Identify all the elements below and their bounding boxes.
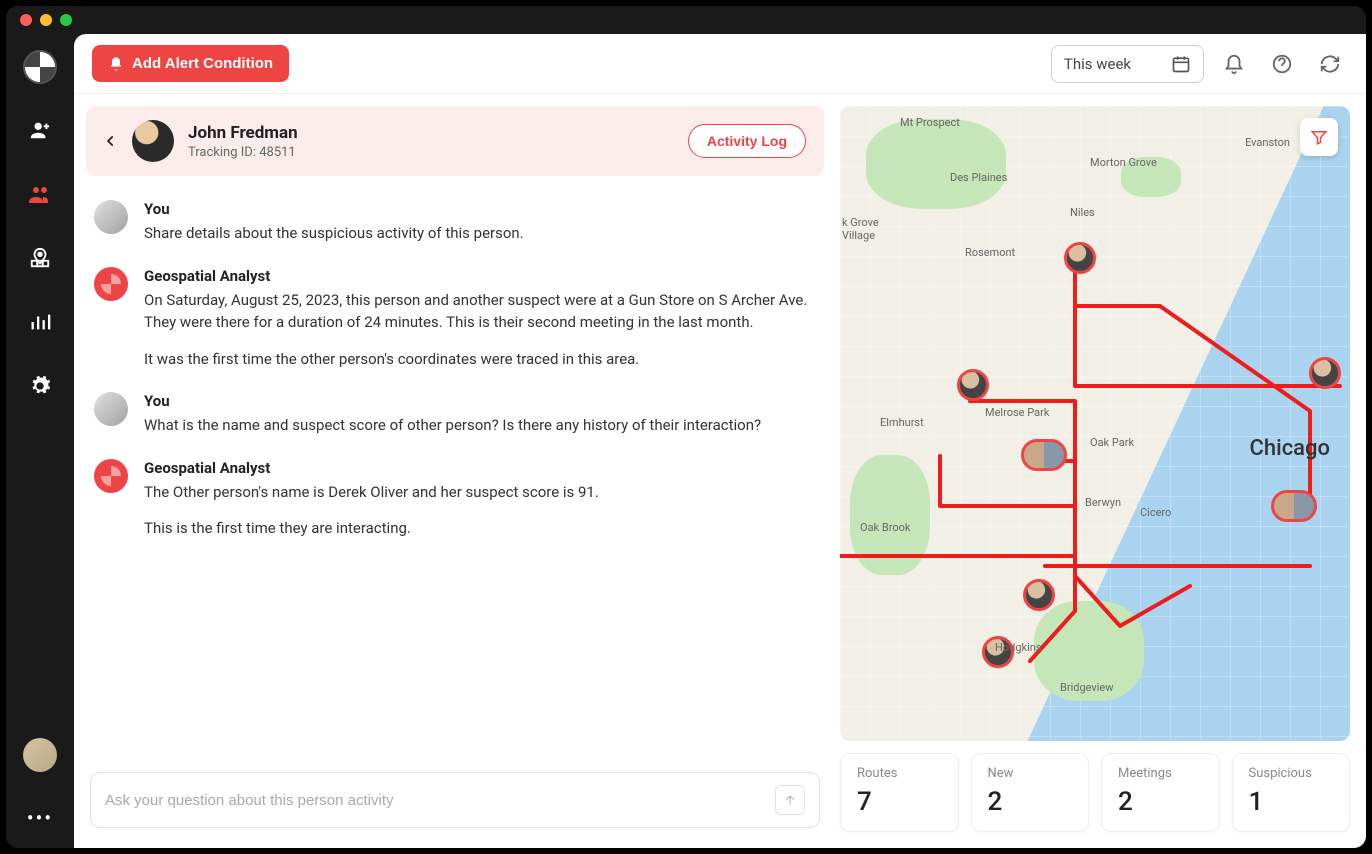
person-avatar [132, 120, 174, 162]
stat-routes: Routes 7 [840, 753, 959, 832]
sidebar-more[interactable]: ••• [27, 806, 53, 848]
map-label: Berwyn [1085, 496, 1121, 509]
map-label: Bridgeview [1060, 681, 1114, 694]
notifications-button[interactable] [1216, 46, 1252, 82]
msg-text: It was the first time the other person's… [144, 348, 812, 371]
add-alert-label: Add Alert Condition [132, 55, 273, 72]
sidebar-analytics[interactable] [22, 304, 58, 340]
map-pin-dual[interactable] [1021, 439, 1067, 471]
chevron-left-icon [104, 134, 118, 148]
sidebar-add-person[interactable] [22, 112, 58, 148]
stat-value: 2 [1118, 787, 1203, 817]
person-name: John Fredman [188, 123, 298, 143]
user-avatar-icon [94, 200, 128, 234]
stat-new: New 2 [971, 753, 1090, 832]
map-pin[interactable] [957, 369, 989, 401]
map-label: k Grove Village [842, 216, 879, 242]
send-button[interactable] [775, 785, 805, 815]
activity-log-button[interactable]: Activity Log [688, 124, 806, 158]
close-window-dot[interactable] [20, 14, 32, 26]
map-label: Elmhurst [880, 416, 924, 429]
maximize-window-dot[interactable] [60, 14, 72, 26]
analyst-avatar-icon [94, 459, 128, 493]
map-label: Rosemont [965, 246, 1015, 259]
chat-input[interactable] [105, 792, 775, 809]
analyst-avatar-icon [94, 267, 128, 301]
stats-row: Routes 7 New 2 Meetings 2 Suspicious [840, 753, 1350, 832]
stat-value: 2 [988, 787, 1073, 817]
bell-plus-icon [108, 56, 124, 72]
chat-message: Geospatial Analyst On Saturday, August 2… [94, 267, 812, 371]
chat-message: You Share details about the suspicious a… [94, 200, 812, 245]
minimize-window-dot[interactable] [40, 14, 52, 26]
map-label: Hodgkins [995, 641, 1042, 654]
chat-message: Geospatial Analyst The Other person's na… [94, 459, 812, 540]
map-view[interactable]: Chicago Mt Prospect Des Plaines Evanston… [840, 106, 1350, 741]
msg-text: What is the name and suspect score of ot… [144, 414, 812, 437]
map-filter-button[interactable] [1300, 118, 1338, 156]
back-button[interactable] [104, 134, 118, 148]
msg-author: Geospatial Analyst [144, 267, 812, 285]
refresh-button[interactable] [1312, 46, 1348, 82]
map-label: Oak Brook [860, 521, 910, 534]
msg-text: Share details about the suspicious activ… [144, 222, 812, 245]
stat-value: 1 [1249, 787, 1334, 817]
arrow-up-icon [783, 793, 797, 807]
stat-label: Routes [857, 766, 942, 781]
msg-text: The Other person's name is Derek Oliver … [144, 481, 812, 504]
calendar-icon [1171, 54, 1191, 74]
person-tracking-id: Tracking ID: 48511 [188, 145, 298, 160]
stat-suspicious: Suspicious 1 [1232, 753, 1351, 832]
sidebar-settings[interactable] [22, 368, 58, 404]
filter-icon [1310, 128, 1328, 146]
logo-icon[interactable] [23, 50, 57, 84]
bell-icon [1223, 53, 1245, 75]
stat-value: 7 [857, 787, 942, 817]
add-alert-button[interactable]: Add Alert Condition [92, 45, 289, 82]
sidebar-map[interactable] [22, 240, 58, 276]
chat-message: You What is the name and suspect score o… [94, 392, 812, 437]
msg-author: You [144, 392, 812, 410]
msg-author: Geospatial Analyst [144, 459, 812, 477]
msg-text: This is the first time they are interact… [144, 517, 812, 540]
map-pin-dual[interactable] [1271, 490, 1317, 522]
help-icon [1271, 53, 1293, 75]
map-label: Melrose Park [985, 406, 1049, 419]
sidebar-profile-avatar[interactable] [23, 738, 57, 772]
titlebar [6, 6, 1366, 34]
date-range-label: This week [1064, 55, 1131, 73]
map-label: Evanston [1245, 136, 1290, 149]
map-pin[interactable] [1064, 242, 1096, 274]
date-range-picker[interactable]: This week [1051, 45, 1204, 83]
map-label: Morton Grove [1090, 156, 1157, 169]
stat-label: New [988, 766, 1073, 781]
chat-thread: You Share details about the suspicious a… [86, 176, 824, 764]
refresh-icon [1319, 53, 1341, 75]
map-label: Cicero [1140, 506, 1171, 519]
topbar: Add Alert Condition This week [74, 34, 1366, 94]
map-label: Mt Prospect [900, 116, 960, 129]
map-label: Niles [1070, 206, 1095, 219]
sidebar: ••• [6, 34, 74, 848]
person-header: John Fredman Tracking ID: 48511 Activity… [86, 106, 824, 176]
map-label: Oak Park [1090, 436, 1134, 449]
stat-label: Meetings [1118, 766, 1203, 781]
help-button[interactable] [1264, 46, 1300, 82]
user-avatar-icon [94, 392, 128, 426]
msg-author: You [144, 200, 812, 218]
stat-label: Suspicious [1249, 766, 1334, 781]
map-pin[interactable] [1023, 579, 1055, 611]
map-label: Des Plaines [950, 171, 1007, 184]
chat-input-row [90, 772, 820, 828]
stat-meetings: Meetings 2 [1101, 753, 1220, 832]
map-pin[interactable] [1309, 357, 1341, 389]
sidebar-people[interactable] [22, 176, 58, 212]
msg-text: On Saturday, August 25, 2023, this perso… [144, 289, 812, 334]
map-label: Chicago [1250, 436, 1331, 461]
